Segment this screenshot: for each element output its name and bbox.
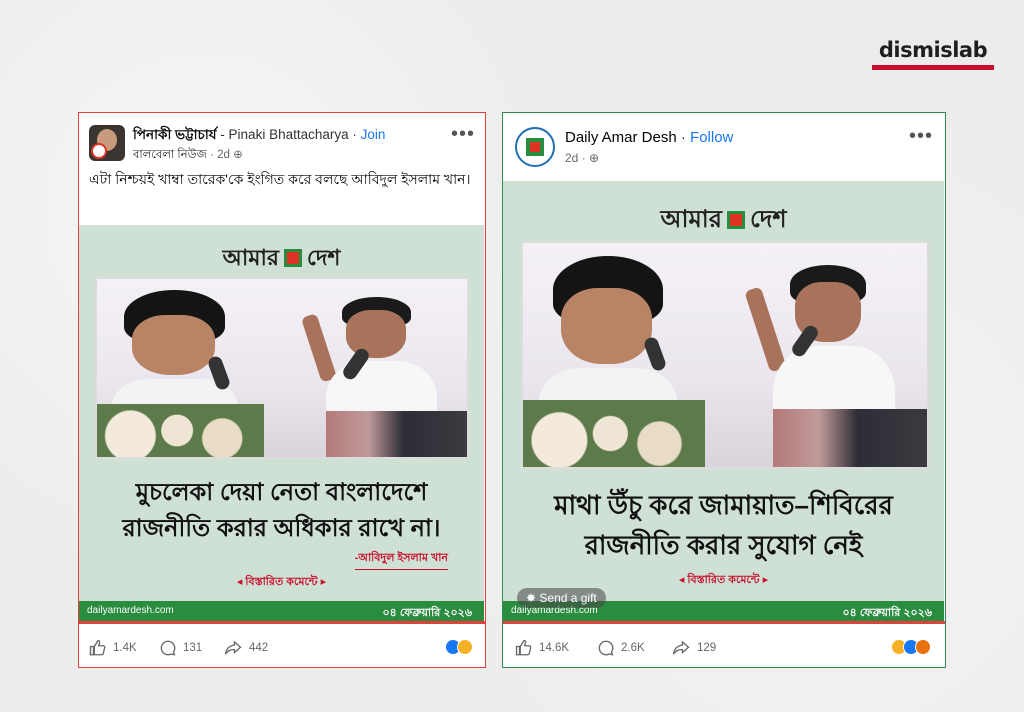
author-line: পিনাকী ভট্টাচার্য - Pinaki Bhattacharya … bbox=[133, 127, 386, 142]
brand-underline bbox=[872, 65, 994, 70]
brand-name: dismislab bbox=[878, 38, 988, 62]
news-card-image[interactable]: আমার দেশ মুচলেকা দেয়া নেতা বাংলাদেশে রাজ… bbox=[79, 225, 484, 621]
haha-reaction-icon bbox=[457, 639, 473, 655]
thumbs-up-icon bbox=[89, 639, 106, 656]
join-button[interactable]: Join bbox=[361, 127, 386, 142]
divider bbox=[79, 621, 485, 624]
more-options-icon[interactable]: ••• bbox=[909, 125, 933, 148]
like-count: 1.4K bbox=[113, 642, 137, 654]
post-meta: বালবেলা নিউজ · 2d ⊕ bbox=[133, 149, 243, 161]
send-gift-button[interactable]: ✸ Send a gift bbox=[517, 588, 606, 608]
author-line: Daily Amar Desh · Follow bbox=[565, 129, 734, 146]
author-name-en[interactable]: Pinaki Bhattacharya bbox=[229, 127, 349, 142]
reactions-summary[interactable] bbox=[891, 639, 931, 655]
post-time[interactable]: 2d bbox=[565, 151, 578, 165]
share-button[interactable]: 129 bbox=[671, 639, 716, 657]
thumbs-up-icon bbox=[515, 639, 532, 656]
comment-icon bbox=[598, 640, 614, 656]
news-card-image[interactable]: আমার দেশ মাথা উঁচু করে জামায়াত–শিবিরের র… bbox=[503, 181, 944, 621]
post-time[interactable]: 2d bbox=[217, 149, 230, 161]
globe-icon: ⊕ bbox=[233, 149, 243, 161]
post-caption: এটা নিশ্চয়ই খাম্বা তারেক'কে ইংগিত করে ব… bbox=[89, 171, 471, 187]
card-site: dailyamardesh.com bbox=[87, 605, 174, 616]
speaker-photo bbox=[95, 277, 469, 459]
author-name-bn[interactable]: পিনাকী ভট্টাচার্য bbox=[133, 127, 217, 142]
post-meta: 2d · ⊕ bbox=[565, 151, 599, 165]
post-actions: 1.4K 131 442 bbox=[79, 627, 485, 667]
comment-button[interactable]: 131 bbox=[159, 639, 202, 657]
comment-count: 131 bbox=[183, 642, 203, 654]
share-count: 129 bbox=[697, 642, 717, 654]
facebook-post-right: Daily Amar Desh · Follow 2d · ⊕ ••• আমার… bbox=[502, 112, 946, 668]
masthead-logo-icon bbox=[283, 249, 302, 267]
post-header: পিনাকী ভট্টাচার্য - Pinaki Bhattacharya … bbox=[79, 113, 485, 165]
author-name[interactable]: Daily Amar Desh bbox=[565, 129, 677, 146]
masthead: আমার দেশ bbox=[222, 245, 341, 270]
card-attribution: -আবিদুল ইসলাম খান bbox=[354, 549, 448, 570]
card-headline: মুচলেকা দেয়া নেতা বাংলাদেশে রাজনীতি করা… bbox=[122, 479, 441, 542]
comment-count: 2.6K bbox=[621, 642, 645, 654]
card-more-label: ◂ বিস্তারিত কমেন্টে ▸ bbox=[236, 576, 327, 588]
follow-button[interactable]: Follow bbox=[690, 129, 733, 146]
like-button[interactable]: 1.4K bbox=[89, 639, 137, 657]
brand-logo: dismislab bbox=[872, 38, 994, 70]
more-options-icon[interactable]: ••• bbox=[451, 123, 475, 146]
share-button[interactable]: 442 bbox=[223, 639, 268, 657]
comment-icon bbox=[160, 640, 176, 656]
masthead-logo-icon bbox=[726, 211, 745, 229]
gift-icon: ✸ bbox=[526, 591, 540, 605]
like-button[interactable]: 14.6K bbox=[515, 639, 569, 657]
reactions-summary[interactable] bbox=[445, 639, 473, 655]
post-header: Daily Amar Desh · Follow 2d · ⊕ ••• bbox=[503, 113, 945, 167]
facebook-post-left: পিনাকী ভট্টাচার্য - Pinaki Bhattacharya … bbox=[78, 112, 486, 668]
share-icon bbox=[672, 640, 690, 655]
post-actions: 14.6K 2.6K 129 bbox=[503, 627, 945, 667]
angry-reaction-icon bbox=[915, 639, 931, 655]
share-icon bbox=[224, 640, 242, 655]
masthead: আমার দেশ bbox=[660, 206, 787, 233]
card-headline: মাথা উঁচু করে জামায়াত–শিবিরের রাজনীতি ক… bbox=[554, 490, 893, 560]
comment-button[interactable]: 2.6K bbox=[597, 639, 645, 657]
divider bbox=[503, 621, 945, 624]
card-footer: dailyamardesh.com ০৪ ফেব্রুয়ারি ২০২৬ bbox=[79, 601, 484, 621]
globe-icon: · ⊕ bbox=[581, 151, 600, 165]
avatar[interactable] bbox=[515, 127, 555, 167]
avatar[interactable] bbox=[89, 125, 125, 161]
speaker-photo bbox=[521, 241, 929, 469]
like-count: 14.6K bbox=[539, 642, 570, 654]
share-count: 442 bbox=[249, 642, 269, 654]
source-name[interactable]: বালবেলা নিউজ bbox=[133, 149, 207, 161]
